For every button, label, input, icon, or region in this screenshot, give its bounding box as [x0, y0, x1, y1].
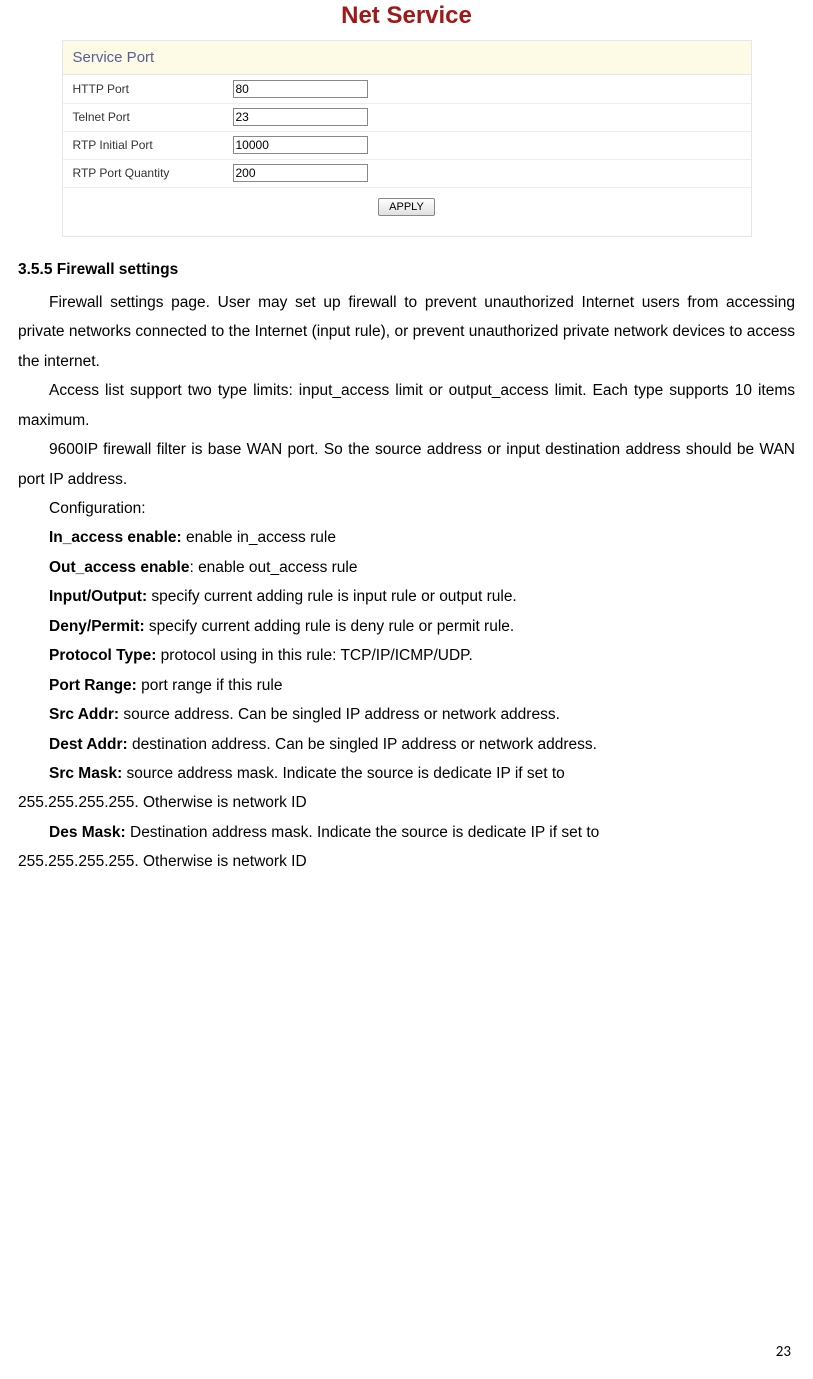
- net-service-form-panel: Service Port HTTP Port Telnet Port RTP I…: [62, 40, 752, 237]
- def-dest-addr: Dest Addr: destination address. Can be s…: [18, 730, 795, 759]
- def-label: Dest Addr:: [49, 736, 128, 753]
- def-text: source address. Can be singled IP addres…: [119, 706, 560, 723]
- def-src-mask-line2: 255.255.255.255. Otherwise is network ID: [18, 788, 795, 817]
- def-in-access: In_access enable: enable in_access rule: [18, 523, 795, 552]
- def-out-access: Out_access enable: enable out_access rul…: [18, 553, 795, 582]
- def-text: specify current adding rule is deny rule…: [145, 618, 515, 635]
- configuration-label: Configuration:: [18, 494, 795, 523]
- table-row: RTP Port Quantity: [63, 159, 751, 187]
- def-src-mask-line1: Src Mask: source address mask. Indicate …: [18, 759, 795, 788]
- def-protocol-type: Protocol Type: protocol using in this ru…: [18, 641, 795, 670]
- def-label: Protocol Type:: [49, 647, 156, 664]
- page-title: Net Service: [0, 0, 813, 40]
- telnet-port-label: Telnet Port: [63, 103, 223, 131]
- def-deny-permit: Deny/Permit: specify current adding rule…: [18, 612, 795, 641]
- document-body: 3.5.5 Firewall settings Firewall setting…: [0, 237, 813, 877]
- def-text: enable in_access rule: [182, 529, 336, 546]
- section-heading: 3.5.5 Firewall settings: [18, 255, 795, 284]
- def-des-mask-line1: Des Mask: Destination address mask. Indi…: [18, 818, 795, 847]
- apply-button[interactable]: APPLY: [378, 198, 435, 216]
- def-label: Input/Output:: [49, 588, 147, 605]
- def-text: specify current adding rule is input rul…: [147, 588, 517, 605]
- def-text: source address mask. Indicate the source…: [122, 765, 565, 782]
- rtp-port-quantity-input[interactable]: [233, 164, 368, 182]
- telnet-port-input[interactable]: [233, 108, 368, 126]
- def-text: Destination address mask. Indicate the s…: [126, 824, 600, 841]
- def-label: Des Mask:: [49, 824, 126, 841]
- def-label: In_access enable:: [49, 529, 182, 546]
- def-label: Port Range:: [49, 677, 137, 694]
- page-number: 23: [776, 1343, 791, 1361]
- def-src-addr: Src Addr: source address. Can be singled…: [18, 700, 795, 729]
- table-row: Telnet Port: [63, 103, 751, 131]
- paragraph: Access list support two type limits: inp…: [18, 376, 795, 435]
- http-port-input[interactable]: [233, 80, 368, 98]
- rtp-initial-port-input[interactable]: [233, 136, 368, 154]
- def-des-mask-line2: 255.255.255.255. Otherwise is network ID: [18, 847, 795, 876]
- def-text: destination address. Can be singled IP a…: [128, 736, 597, 753]
- def-text: : enable out_access rule: [189, 559, 357, 576]
- table-row: HTTP Port: [63, 75, 751, 103]
- service-port-header: Service Port: [63, 41, 751, 75]
- def-port-range: Port Range: port range if this rule: [18, 671, 795, 700]
- apply-row: APPLY: [63, 187, 751, 236]
- def-text: port range if this rule: [137, 677, 283, 694]
- rtp-initial-port-label: RTP Initial Port: [63, 131, 223, 159]
- def-label: Src Addr:: [49, 706, 119, 723]
- paragraph: Firewall settings page. User may set up …: [18, 288, 795, 376]
- def-label: Deny/Permit:: [49, 618, 145, 635]
- http-port-label: HTTP Port: [63, 75, 223, 103]
- table-row: RTP Initial Port: [63, 131, 751, 159]
- service-port-table: HTTP Port Telnet Port RTP Initial Port R…: [63, 75, 751, 236]
- def-label: Out_access enable: [49, 559, 189, 576]
- def-input-output: Input/Output: specify current adding rul…: [18, 582, 795, 611]
- paragraph: 9600IP firewall filter is base WAN port.…: [18, 435, 795, 494]
- rtp-port-quantity-label: RTP Port Quantity: [63, 159, 223, 187]
- def-label: Src Mask:: [49, 765, 122, 782]
- def-text: protocol using in this rule: TCP/IP/ICMP…: [156, 647, 472, 664]
